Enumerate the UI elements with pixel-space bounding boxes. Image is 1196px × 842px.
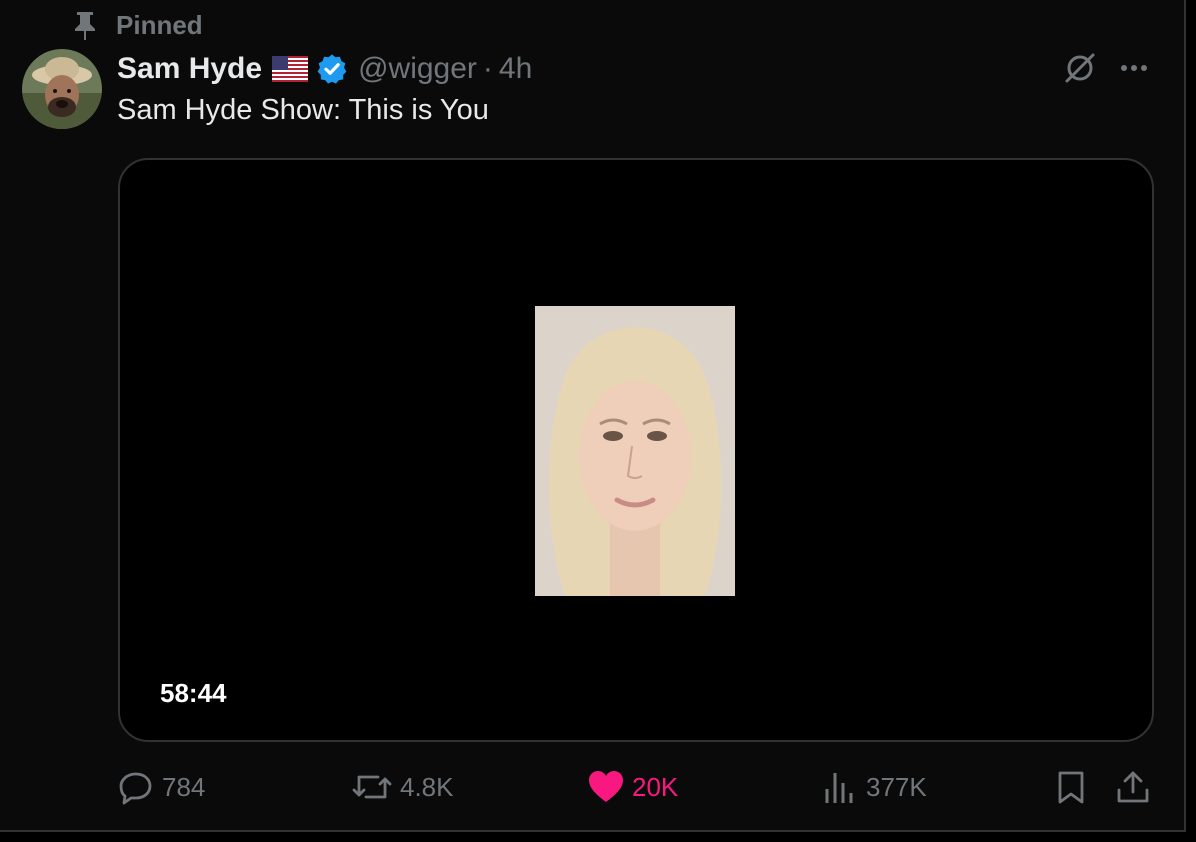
views-count: 377K bbox=[866, 771, 927, 802]
action-bar: 784 4.8K 20K 377K bbox=[118, 762, 1158, 812]
reply-button[interactable]: 784 bbox=[118, 762, 205, 812]
video-duration: 58:44 bbox=[160, 678, 227, 708]
repost-button[interactable]: 4.8K bbox=[352, 762, 454, 812]
pinned-label: Pinned bbox=[116, 9, 203, 40]
more-icon[interactable] bbox=[1116, 56, 1152, 80]
avatar-image bbox=[22, 49, 102, 129]
tweet-header: Sam Hyde @wigger · 4h bbox=[117, 48, 532, 90]
pinned-indicator: Pinned bbox=[72, 8, 203, 42]
avatar[interactable] bbox=[22, 49, 102, 129]
video-thumbnail[interactable] bbox=[535, 306, 735, 596]
like-button[interactable]: 20K bbox=[588, 762, 678, 812]
author-name[interactable]: Sam Hyde bbox=[117, 52, 262, 86]
bookmark-icon bbox=[1058, 771, 1084, 804]
repost-icon bbox=[352, 775, 392, 799]
us-flag-icon bbox=[272, 56, 309, 82]
tweet-card[interactable]: Pinned Sam Hyde @wigger · 4h Sam Hyde Sh… bbox=[0, 0, 1186, 832]
repost-count: 4.8K bbox=[400, 771, 454, 802]
pin-icon bbox=[75, 12, 95, 40]
views-button[interactable]: 377K bbox=[822, 762, 927, 812]
heart-icon bbox=[589, 771, 623, 802]
share-button[interactable] bbox=[1116, 762, 1158, 812]
bookmark-button[interactable] bbox=[1056, 762, 1094, 812]
separator-dot: · bbox=[482, 52, 493, 85]
reply-count: 784 bbox=[162, 771, 206, 802]
tweet-text: Sam Hyde Show: This is You bbox=[117, 94, 489, 126]
views-icon bbox=[825, 773, 853, 803]
grok-icon[interactable] bbox=[1062, 50, 1098, 86]
verified-badge-icon[interactable] bbox=[316, 53, 348, 85]
tweet-timestamp[interactable]: 4h bbox=[499, 52, 532, 86]
share-icon bbox=[1117, 771, 1149, 803]
video-player[interactable]: 58:44 bbox=[118, 158, 1154, 742]
thumbnail-portrait bbox=[535, 306, 735, 596]
like-count: 20K bbox=[632, 771, 679, 802]
reply-icon bbox=[119, 772, 152, 805]
author-handle[interactable]: @wigger bbox=[358, 52, 477, 86]
